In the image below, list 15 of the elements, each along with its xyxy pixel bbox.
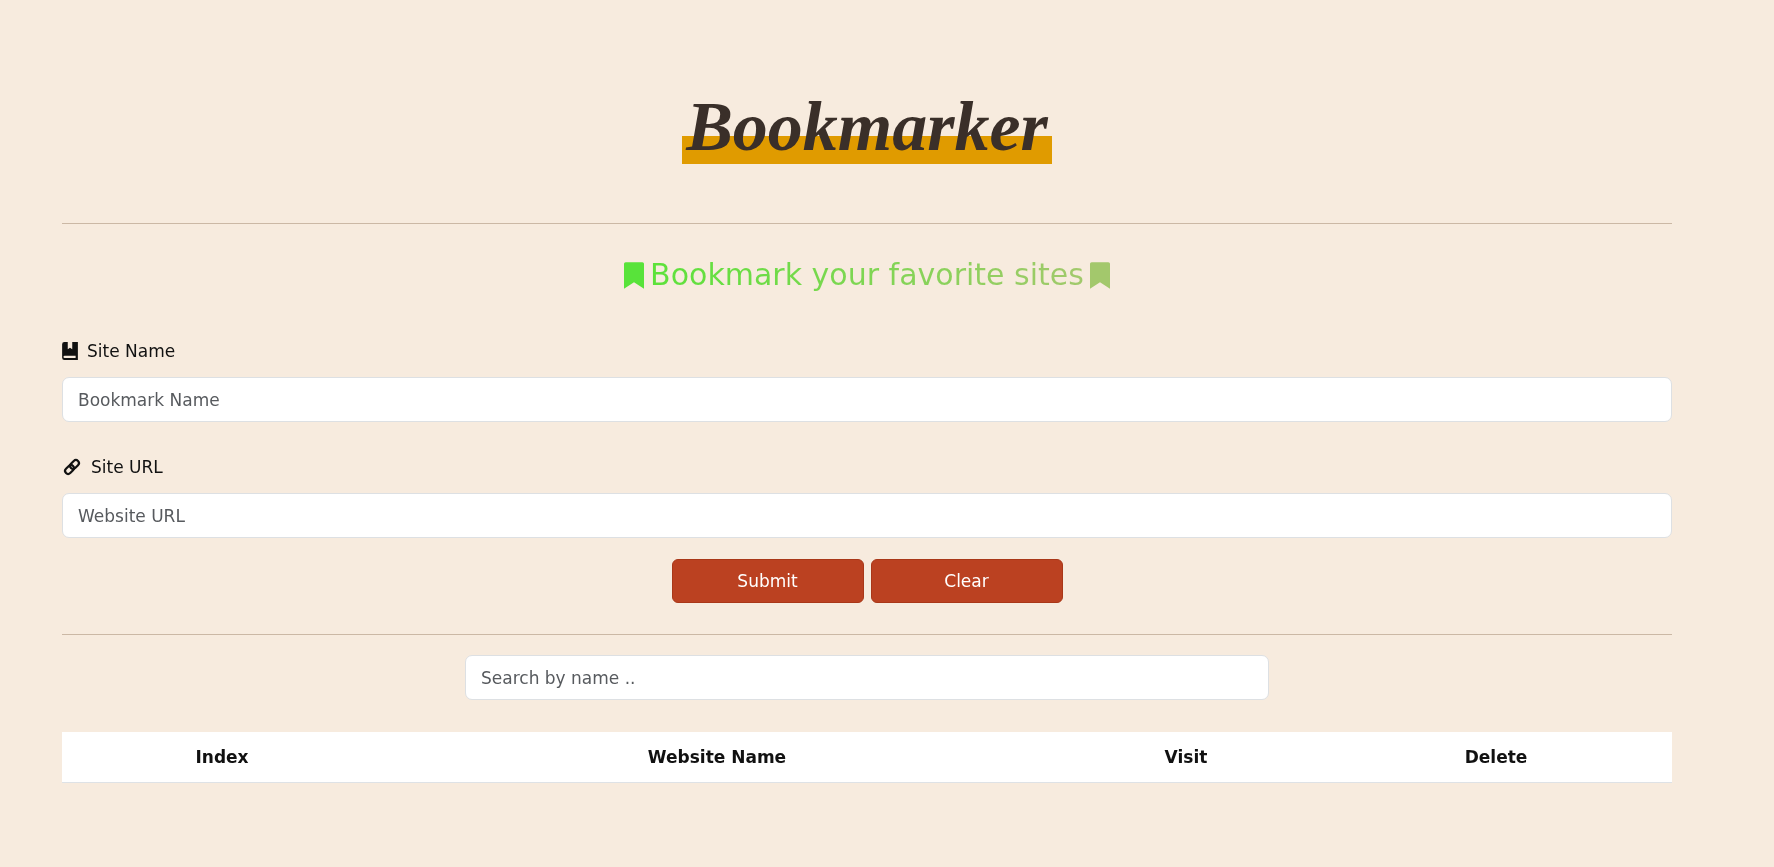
clear-button[interactable]: Clear [870,559,1063,603]
column-header: Index [195,746,249,768]
column-header: Website Name [647,746,787,768]
column-header: Delete [1464,746,1528,768]
search-field[interactable]: Search by name .. [465,655,1269,700]
bookmark-icon [624,261,645,289]
field-label: Site URL [91,456,163,478]
bookmark-icon [1089,261,1110,289]
input-field[interactable]: Website URL [62,493,1672,538]
book-icon [62,342,78,360]
input-field[interactable]: Bookmark Name [62,377,1672,422]
submit-button[interactable]: Submit [671,559,864,603]
column-header: Visit [1164,746,1208,768]
link-icon [62,457,82,477]
field-label: Site Name [87,340,176,362]
